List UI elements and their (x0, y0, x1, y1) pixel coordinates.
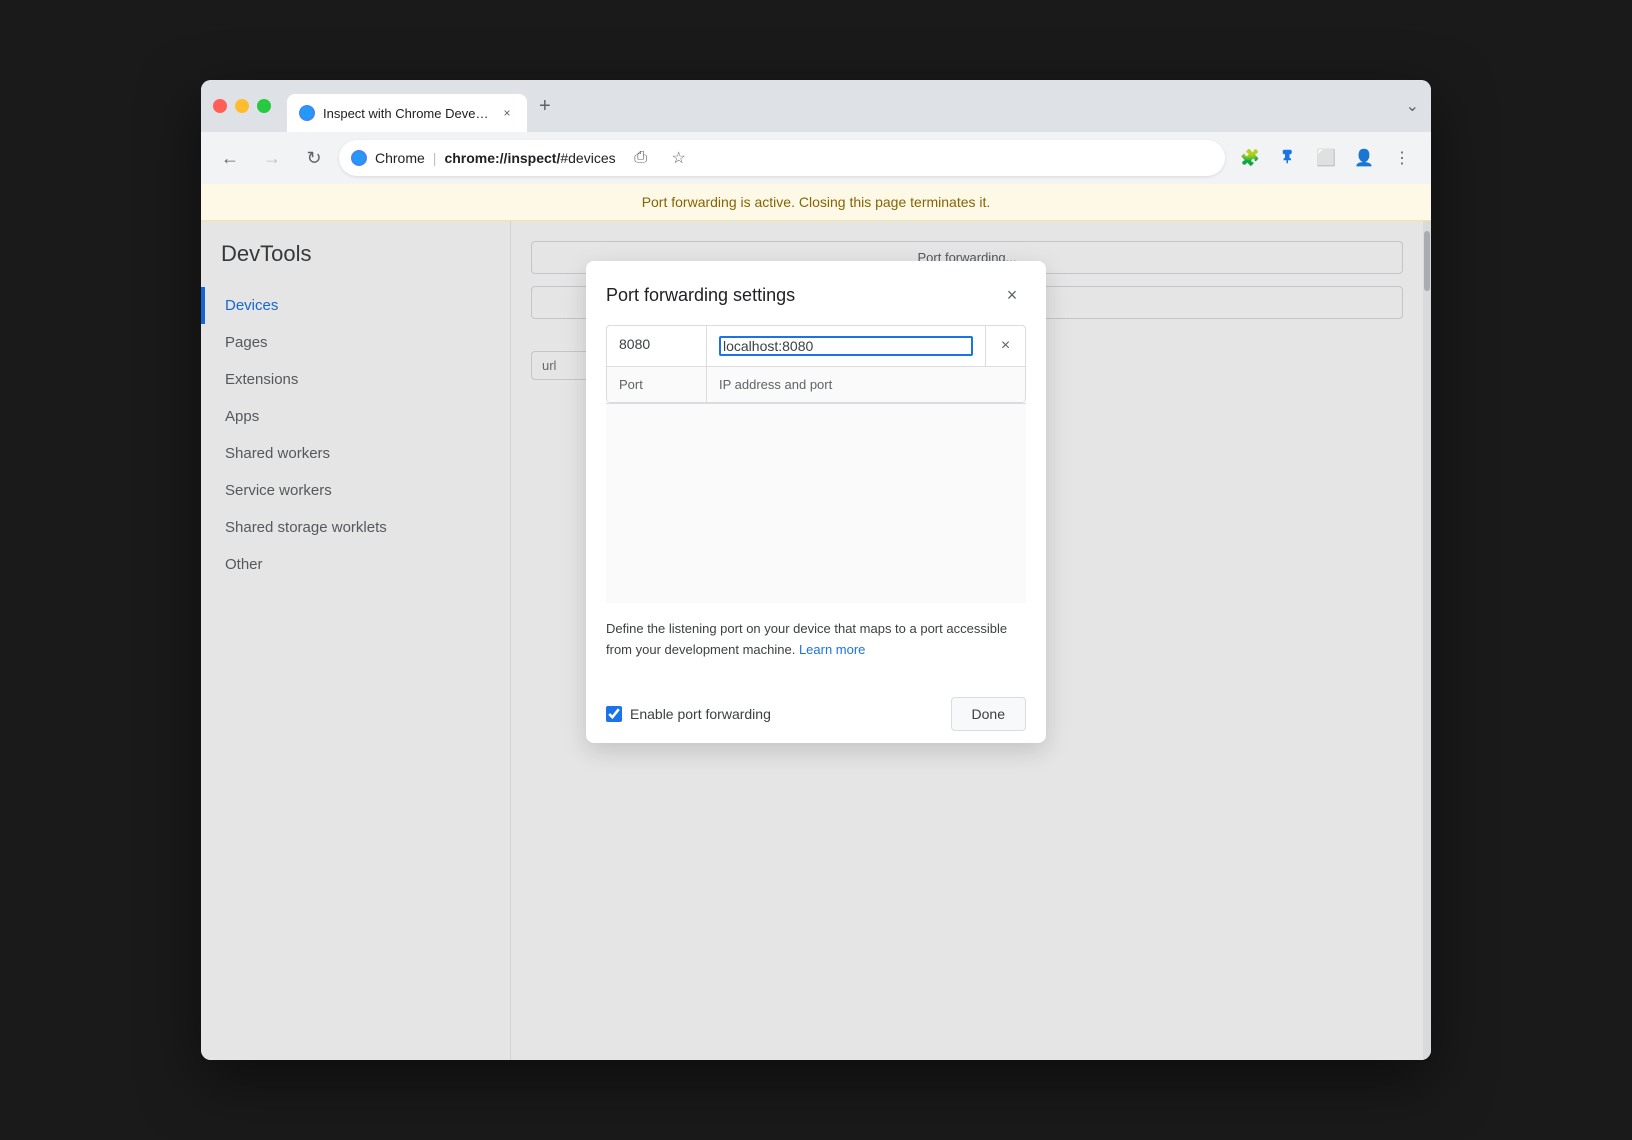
modal-close-button[interactable]: × (998, 281, 1026, 309)
toolbar-icons: 🧩 ⬜ 👤 ⋮ (1233, 141, 1419, 175)
close-traffic-light[interactable] (213, 99, 227, 113)
tab-title: Inspect with Chrome Develope (323, 106, 491, 121)
remove-entry-button[interactable]: × (1001, 337, 1010, 355)
profile-icon[interactable]: 👤 (1347, 141, 1381, 175)
enable-port-forwarding-checkbox[interactable] (606, 706, 622, 722)
reload-button[interactable]: ↻ (297, 141, 331, 175)
active-tab[interactable]: 🌐 Inspect with Chrome Develope × (287, 94, 527, 132)
address-url-bold: chrome://inspect/#devices (444, 150, 615, 166)
port-input[interactable] (619, 336, 694, 352)
learn-more-link[interactable]: Learn more (799, 642, 865, 657)
ip-input[interactable] (719, 336, 973, 356)
address-separator: | (433, 150, 437, 166)
port-cell (607, 326, 707, 366)
extensions-icon[interactable]: 🧩 (1233, 141, 1267, 175)
address-brand: Chrome (375, 150, 425, 166)
modal-overlay: Port forwarding settings × (201, 221, 1431, 1060)
address-actions: ⎙ ☆ (624, 141, 696, 175)
tab-favicon: 🌐 (299, 105, 315, 121)
minimize-traffic-light[interactable] (235, 99, 249, 113)
port-forwarding-table: × Port IP address and port (606, 325, 1026, 403)
ip-header-cell: IP address and port (707, 367, 1025, 402)
port-forwarding-entry-row: × (607, 326, 1025, 367)
browser-window: 🌐 Inspect with Chrome Develope × + ⌄ ← →… (201, 80, 1431, 1060)
port-header-cell: Port (607, 367, 707, 402)
address-bar[interactable]: 🌐 Chrome | chrome://inspect/#devices ⎙ ☆ (339, 140, 1225, 176)
ip-cell (707, 326, 985, 366)
modal-header: Port forwarding settings × (586, 261, 1046, 325)
traffic-lights (213, 99, 271, 113)
modal-footer: Enable port forwarding Done (586, 685, 1046, 743)
forward-button[interactable]: → (255, 141, 289, 175)
enable-port-forwarding-label[interactable]: Enable port forwarding (606, 706, 939, 722)
back-button[interactable]: ← (213, 141, 247, 175)
description-text: Define the listening port on your device… (606, 603, 1026, 669)
port-forwarding-modal: Port forwarding settings × (586, 261, 1046, 743)
port-forwarding-header-row: Port IP address and port (607, 367, 1025, 402)
bookmark-icon[interactable]: ☆ (662, 141, 696, 175)
main-content: DevTools Devices Pages Extensions Apps S… (201, 221, 1431, 1060)
done-button[interactable]: Done (951, 697, 1026, 731)
modal-title: Port forwarding settings (606, 285, 795, 306)
navigation-bar: ← → ↻ 🌐 Chrome | chrome://inspect/#devic… (201, 132, 1431, 184)
share-icon[interactable]: ⎙ (624, 141, 658, 175)
modal-body: × Port IP address and port Define the li… (586, 325, 1046, 685)
address-url: chrome://inspect/#devices (444, 150, 615, 166)
port-forwarding-banner: Port forwarding is active. Closing this … (201, 184, 1431, 221)
enable-port-forwarding-text: Enable port forwarding (630, 706, 771, 722)
extension-pin-icon[interactable] (1271, 141, 1305, 175)
title-bar: 🌐 Inspect with Chrome Develope × + ⌄ (201, 80, 1431, 132)
tab-list-button[interactable]: ⌄ (1406, 96, 1419, 116)
tab-bar: 🌐 Inspect with Chrome Develope × + ⌄ (287, 80, 1419, 132)
new-tab-button[interactable]: + (531, 91, 559, 122)
maximize-traffic-light[interactable] (257, 99, 271, 113)
address-favicon-icon: 🌐 (351, 150, 367, 166)
tab-close-button[interactable]: × (499, 105, 515, 121)
empty-area (606, 403, 1026, 603)
remove-cell: × (985, 326, 1025, 366)
banner-text: Port forwarding is active. Closing this … (642, 194, 991, 210)
split-screen-icon[interactable]: ⬜ (1309, 141, 1343, 175)
menu-icon[interactable]: ⋮ (1385, 141, 1419, 175)
